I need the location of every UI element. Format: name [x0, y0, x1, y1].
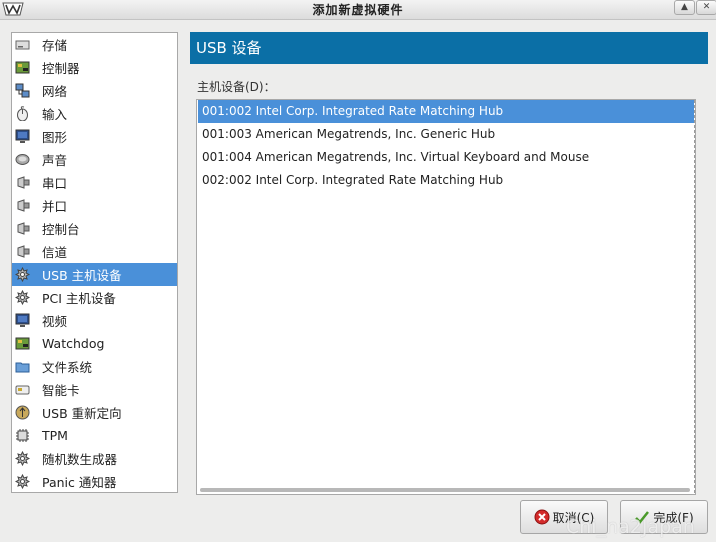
- sidebar-item-label: 控制器: [42, 61, 80, 76]
- device-row[interactable]: 001:002 Intel Corp. Integrated Rate Matc…: [198, 100, 694, 123]
- device-icon: [14, 473, 31, 490]
- controller-icon: [15, 60, 30, 75]
- sidebar-item-label: 串口: [42, 176, 68, 191]
- network-icon: [15, 83, 30, 98]
- add-hardware-dialog: 添加新虚拟硬件 ▲ ✕ 存储控制器网络输入图形声音串口并口控制台信道 USB 主机…: [0, 0, 716, 542]
- sidebar-item[interactable]: Watchdog: [12, 332, 177, 355]
- cancel-icon: [534, 509, 550, 525]
- sidebar-item-label: 信道: [42, 245, 68, 260]
- port-icon: [15, 175, 30, 190]
- sidebar-item-label: PCI 主机设备: [42, 291, 116, 306]
- page-title: USB 设备: [190, 32, 708, 64]
- sidebar-item-label: USB 主机设备: [42, 268, 122, 283]
- device-icon: [14, 289, 31, 306]
- list-border: [694, 100, 695, 493]
- arrow-up-icon: ▲: [681, 2, 688, 12]
- sidebar-item-label: TPM: [42, 428, 68, 443]
- sidebar-item-label: 并口: [42, 199, 68, 214]
- sidebar-item[interactable]: 视频: [12, 309, 177, 332]
- device-row[interactable]: 001:003 American Megatrends, Inc. Generi…: [198, 123, 694, 146]
- watermark: Chi_na2Japan: [566, 516, 695, 538]
- sidebar-item[interactable]: 输入: [12, 102, 177, 125]
- port-icon: [15, 221, 30, 236]
- host-device-label: 主机设备(D)：: [197, 80, 276, 94]
- sidebar-item[interactable]: TPM: [12, 424, 177, 447]
- sidebar-item[interactable]: 存储: [12, 33, 177, 56]
- sidebar-item-label: Watchdog: [42, 336, 105, 351]
- folder-icon: [15, 359, 30, 374]
- sidebar-item-label: 网络: [42, 84, 68, 99]
- sidebar-item-label: 文件系统: [42, 360, 93, 375]
- device-icon: [14, 450, 31, 467]
- device-icon: [14, 266, 31, 283]
- mouse-icon: [15, 106, 30, 122]
- sidebar-item[interactable]: 随机数生成器: [12, 447, 177, 470]
- sidebar-item[interactable]: 图形: [12, 125, 177, 148]
- sidebar-item-label: Panic 通知器: [42, 475, 117, 490]
- sidebar-item[interactable]: USB 重新定向: [12, 401, 177, 424]
- sidebar-item[interactable]: PCI 主机设备: [12, 286, 177, 309]
- sidebar-item[interactable]: 网络: [12, 79, 177, 102]
- sidebar-item[interactable]: 信道: [12, 240, 177, 263]
- device-row[interactable]: 001:004 American Megatrends, Inc. Virtua…: [198, 146, 694, 169]
- sidebar-item[interactable]: Panic 通知器: [12, 470, 177, 493]
- usb-redirect-icon: [15, 405, 30, 420]
- sidebar-item-label: USB 重新定向: [42, 406, 122, 421]
- title-bar: 添加新虚拟硬件 ▲ ✕: [0, 0, 716, 20]
- controller-icon: [15, 336, 30, 351]
- close-button[interactable]: ✕: [696, 0, 716, 15]
- speaker-icon: [15, 152, 30, 167]
- chip-icon: [15, 428, 30, 443]
- sidebar-item[interactable]: 串口: [12, 171, 177, 194]
- close-icon: ✕: [702, 2, 711, 12]
- host-device-list[interactable]: 001:002 Intel Corp. Integrated Rate Matc…: [196, 99, 696, 495]
- sidebar-item-label: 智能卡: [42, 383, 80, 398]
- monitor-icon: [15, 313, 30, 328]
- horizontal-scrollbar[interactable]: [200, 488, 690, 492]
- sidebar-item-label: 图形: [42, 130, 68, 145]
- sidebar-item[interactable]: 智能卡: [12, 378, 177, 401]
- sidebar-item-label: 控制台: [42, 222, 80, 237]
- maximize-button[interactable]: ▲: [674, 0, 695, 15]
- sidebar-item[interactable]: 声音: [12, 148, 177, 171]
- sidebar-item-label: 视频: [42, 314, 68, 329]
- sidebar-item-label: 声音: [42, 153, 68, 168]
- sidebar-item[interactable]: 并口: [12, 194, 177, 217]
- smartcard-icon: [15, 382, 30, 397]
- hardware-type-list[interactable]: 存储控制器网络输入图形声音串口并口控制台信道 USB 主机设备 PCI 主机设备 视频…: [11, 32, 178, 493]
- port-icon: [15, 244, 30, 259]
- sidebar-item-label: 随机数生成器: [42, 452, 118, 467]
- sidebar-item[interactable]: 控制器: [12, 56, 177, 79]
- sidebar-item-label: 输入: [42, 107, 68, 122]
- window-title: 添加新虚拟硬件: [312, 3, 404, 17]
- port-icon: [15, 198, 30, 213]
- monitor-icon: [15, 129, 30, 144]
- device-row[interactable]: 002:002 Intel Corp. Integrated Rate Matc…: [198, 169, 694, 192]
- sidebar-item[interactable]: 文件系统: [12, 355, 177, 378]
- disk-icon: [15, 37, 30, 52]
- sidebar-item[interactable]: USB 主机设备: [12, 263, 177, 286]
- sidebar-item-label: 存储: [42, 38, 68, 53]
- sidebar-item[interactable]: 控制台: [12, 217, 177, 240]
